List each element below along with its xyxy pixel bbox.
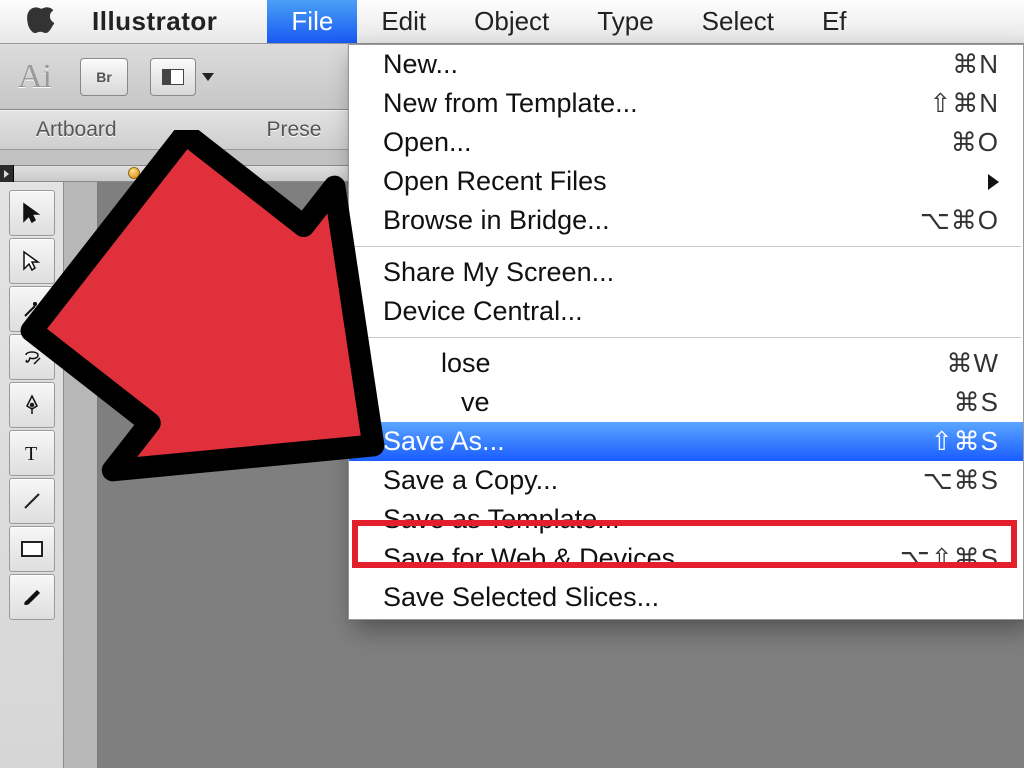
menu-item-label: Save for Web & Devices... <box>383 543 698 574</box>
brush-tool[interactable] <box>9 574 55 620</box>
selection-tool[interactable] <box>9 190 55 236</box>
menu-item-shortcut: ⌘W <box>946 348 999 379</box>
submenu-arrow-icon <box>988 174 999 190</box>
menu-type[interactable]: Type <box>573 0 677 43</box>
lasso-tool[interactable] <box>9 334 55 380</box>
menu-item-open[interactable]: Open... ⌘O <box>349 123 1023 162</box>
options-label-artboard: Artboard <box>36 118 117 142</box>
menu-item-label: lose <box>383 348 491 379</box>
menu-item-label: Device Central... <box>383 296 583 327</box>
menu-separator <box>351 246 1021 247</box>
menu-item-save-for-web[interactable]: Save for Web & Devices... ⌥⇧⌘S <box>349 539 1023 578</box>
dropdown-triangle-icon[interactable] <box>202 73 214 81</box>
menu-item-device-central[interactable]: Device Central... <box>349 292 1023 331</box>
menu-item-label: New... <box>383 49 458 80</box>
menu-item-label: Open... <box>383 127 472 158</box>
menu-separator <box>351 337 1021 338</box>
rectangle-icon <box>21 541 43 557</box>
menu-item-close[interactable]: lose ⌘W <box>349 344 1023 383</box>
menu-item-label: Save As... <box>383 426 505 457</box>
menu-item-new-from-template[interactable]: New from Template... ⇧⌘N <box>349 84 1023 123</box>
menu-item-save-selected-slices[interactable]: Save Selected Slices... <box>349 578 1023 617</box>
menu-item-shortcut: ⌥⌘O <box>920 205 999 236</box>
direct-selection-tool[interactable] <box>9 238 55 284</box>
menu-item-save-a-copy[interactable]: Save a Copy... ⌥⌘S <box>349 461 1023 500</box>
menu-edit[interactable]: Edit <box>357 0 450 43</box>
menu-item-shortcut: ⌘O <box>951 127 999 158</box>
tab-close-icon[interactable] <box>128 167 140 179</box>
mac-menu-bar: Illustrator File Edit Object Type Select… <box>0 0 1024 44</box>
menu-item-label: Save as Template... <box>383 504 620 535</box>
rectangle-tool[interactable] <box>9 526 55 572</box>
menu-item-shortcut: ⇧⌘N <box>929 88 999 119</box>
arrange-documents-button[interactable] <box>150 58 196 96</box>
app-name: Illustrator <box>92 6 217 37</box>
menu-item-shortcut: ⌥⌘S <box>923 465 999 496</box>
tools-panel: T <box>0 182 64 768</box>
menu-item-save[interactable]: ve ⌘S <box>349 383 1023 422</box>
bridge-label: Br <box>96 69 112 85</box>
menu-item-label: ve <box>383 387 490 418</box>
menu-object[interactable]: Object <box>450 0 573 43</box>
type-tool[interactable]: T <box>9 430 55 476</box>
pen-tool[interactable] <box>9 382 55 428</box>
menu-select[interactable]: Select <box>678 0 798 43</box>
menu-item-label: New from Template... <box>383 88 638 119</box>
apple-logo-icon[interactable] <box>26 7 56 37</box>
menu-item-new[interactable]: New... ⌘N <box>349 45 1023 84</box>
file-menu-dropdown: New... ⌘N New from Template... ⇧⌘N Open.… <box>348 44 1024 620</box>
menu-item-label: Open Recent Files <box>383 166 607 197</box>
menu-item-save-as[interactable]: Save As... ⇧⌘S <box>349 422 1023 461</box>
line-tool[interactable] <box>9 478 55 524</box>
arrange-icon <box>162 69 184 85</box>
menu-item-shortcut: ⇧⌘S <box>931 426 999 457</box>
menu-effect[interactable]: Ef <box>798 0 871 43</box>
magic-wand-tool[interactable] <box>9 286 55 332</box>
svg-text:T: T <box>25 443 37 465</box>
menu-item-label: Save a Copy... <box>383 465 558 496</box>
menu-item-shortcut: ⌘N <box>952 49 999 80</box>
app-abbrev: Ai <box>18 58 52 96</box>
menu-item-shortcut: ⌘S <box>954 387 999 418</box>
panel-collapse-handle[interactable] <box>0 165 14 183</box>
menu-item-label: Share My Screen... <box>383 257 614 288</box>
menu-item-open-recent[interactable]: Open Recent Files <box>349 162 1023 201</box>
menu-item-share-my-screen[interactable]: Share My Screen... <box>349 253 1023 292</box>
menu-file[interactable]: File <box>267 0 357 43</box>
menu-item-save-as-template[interactable]: Save as Template... <box>349 500 1023 539</box>
menu-item-browse-in-bridge[interactable]: Browse in Bridge... ⌥⌘O <box>349 201 1023 240</box>
menu-item-shortcut: ⌥⇧⌘S <box>900 543 999 574</box>
menu-item-label: Save Selected Slices... <box>383 582 659 613</box>
bridge-button[interactable]: Br <box>80 58 128 96</box>
canvas-pasteboard-edge <box>64 182 98 768</box>
options-label-preset: Prese <box>267 118 322 142</box>
menu-item-label: Browse in Bridge... <box>383 205 610 236</box>
